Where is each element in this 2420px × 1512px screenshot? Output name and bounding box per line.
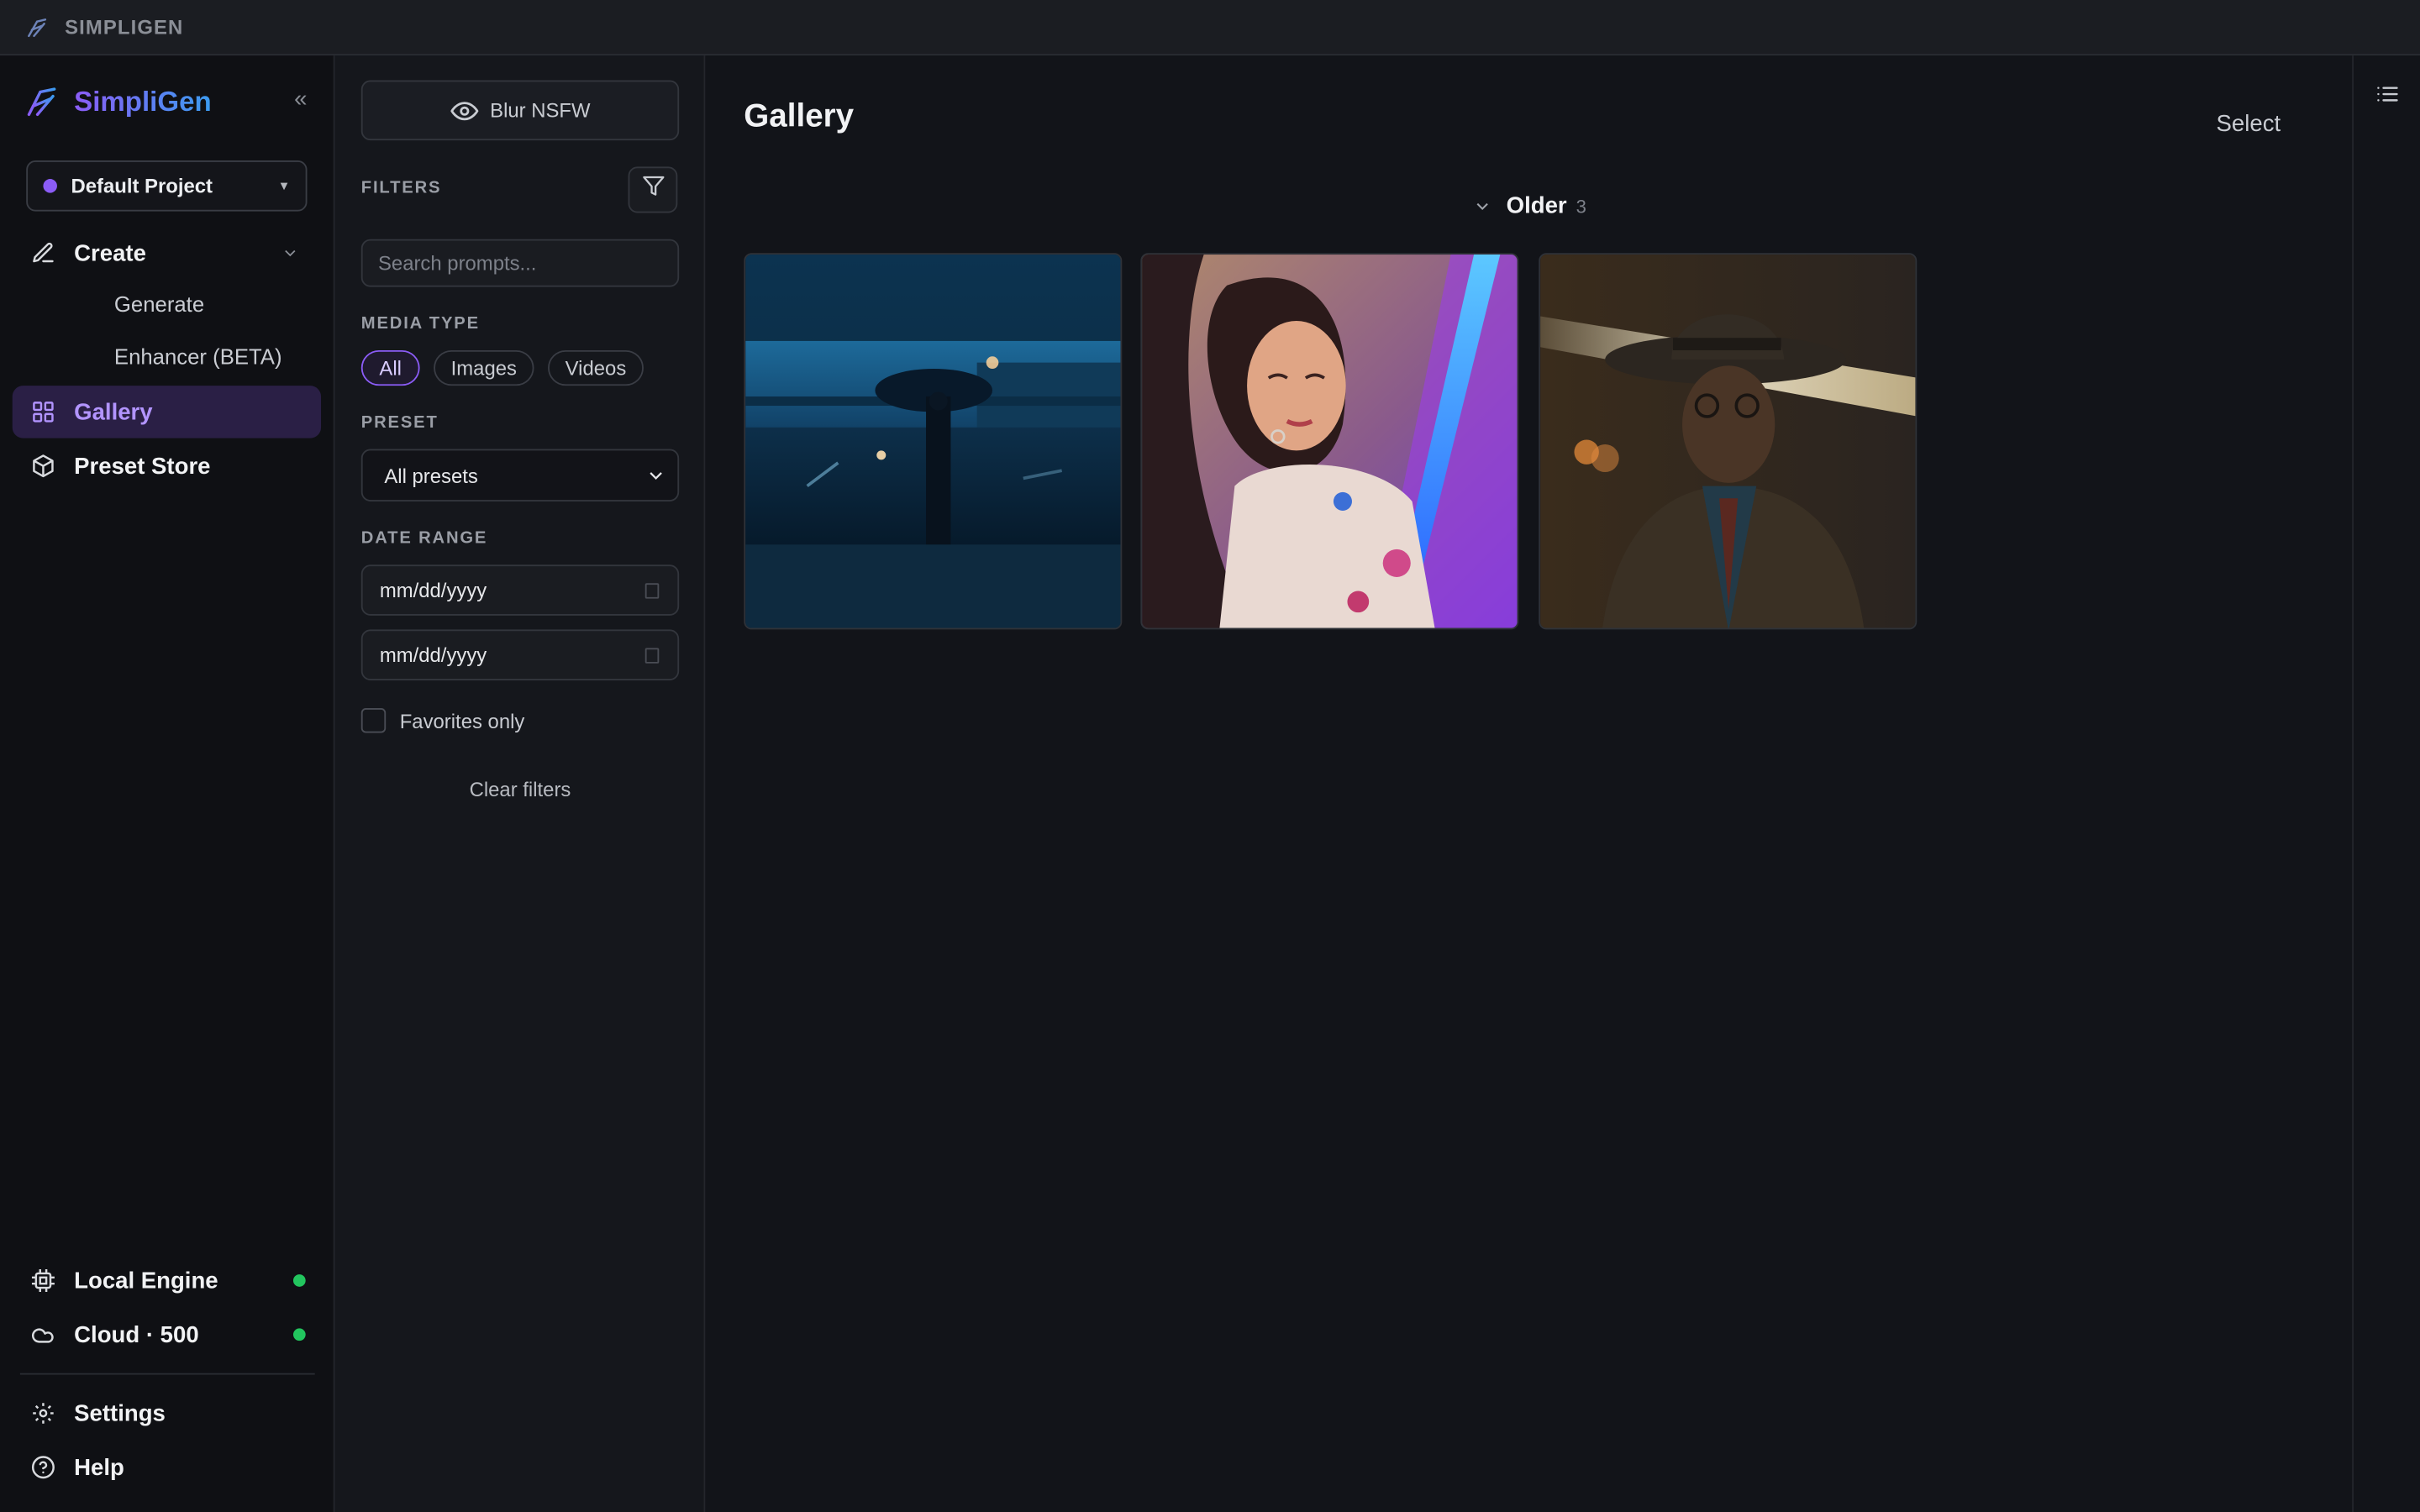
page-title: Gallery bbox=[744, 98, 855, 134]
favorites-label: Favorites only bbox=[399, 708, 525, 732]
sidebar: SimpliGen « Default Project ▼ Create Gen… bbox=[0, 55, 335, 1512]
app-window: SIMPLIGEN SimpliGen « Default Project ▼ … bbox=[0, 0, 2420, 1512]
brand-name: SimpliGen bbox=[74, 85, 212, 117]
simpligen-logo-icon bbox=[24, 13, 52, 41]
filter-toggle-button[interactable] bbox=[628, 166, 678, 213]
help-circle-icon bbox=[31, 1455, 55, 1479]
app-title: SIMPLIGEN bbox=[65, 15, 184, 39]
box-icon bbox=[31, 454, 55, 478]
grid-icon bbox=[31, 400, 55, 424]
media-type-videos-chip[interactable]: Videos bbox=[548, 349, 644, 386]
gallery-item[interactable] bbox=[1539, 253, 1918, 630]
chevron-down-icon bbox=[1474, 197, 1491, 214]
neon-portrait-image bbox=[1142, 255, 1518, 628]
preset-select[interactable]: All presets bbox=[360, 449, 680, 501]
sidebar-item-label: Preset Store bbox=[74, 453, 211, 480]
caret-down-icon: ▼ bbox=[277, 179, 291, 193]
group-header-older[interactable]: Older 3 bbox=[1474, 193, 1586, 219]
cloud-status-dot bbox=[292, 1328, 306, 1341]
chevron-down-icon bbox=[647, 466, 666, 490]
funnel-icon bbox=[641, 175, 665, 206]
project-selector[interactable]: Default Project ▼ bbox=[26, 160, 308, 212]
project-color-dot bbox=[43, 179, 57, 193]
cloud-icon bbox=[31, 1322, 55, 1347]
gallery-main: Gallery Select Older 3 bbox=[705, 55, 2353, 1512]
calendar-icon[interactable] bbox=[644, 648, 660, 664]
collapse-sidebar-icon[interactable]: « bbox=[294, 87, 307, 113]
sidebar-item-cloud[interactable]: Cloud · 500 bbox=[13, 1309, 321, 1361]
cpu-icon bbox=[31, 1268, 55, 1293]
title-bar: SIMPLIGEN bbox=[0, 0, 2420, 56]
filters-heading: FILTERS bbox=[360, 179, 442, 198]
date-to-field[interactable]: mm/dd/yyyy bbox=[360, 629, 680, 681]
brand-logo-icon bbox=[24, 83, 61, 120]
select-button[interactable]: Select bbox=[2217, 111, 2281, 137]
date-from-value: mm/dd/yyyy bbox=[379, 578, 487, 602]
sidebar-item-label: Gallery bbox=[74, 398, 153, 426]
sidebar-item-enhancer[interactable]: Enhancer (BETA) bbox=[114, 344, 282, 369]
sidebar-item-gallery[interactable]: Gallery bbox=[12, 386, 322, 438]
sidebar-item-settings[interactable]: Settings bbox=[13, 1387, 321, 1439]
sidebar-item-create[interactable]: Create bbox=[13, 227, 321, 279]
sidebar-item-local-engine[interactable]: Local Engine bbox=[13, 1254, 321, 1306]
group-label: Older bbox=[1506, 192, 1567, 219]
calendar-icon[interactable] bbox=[644, 583, 660, 599]
chevron-down-icon bbox=[281, 242, 299, 270]
blur-nsfw-label: Blur NSFW bbox=[490, 98, 591, 123]
sidebar-item-label: Help bbox=[74, 1454, 124, 1481]
umbrella-street-image bbox=[745, 255, 1121, 628]
sidebar-item-help[interactable]: Help bbox=[13, 1441, 321, 1494]
fedora-noir-image bbox=[1540, 255, 1916, 628]
media-type-images-chip[interactable]: Images bbox=[434, 349, 534, 386]
right-rail bbox=[2352, 55, 2420, 1512]
media-type-all-chip[interactable]: All bbox=[360, 349, 420, 386]
filters-panel: Blur NSFW FILTERS MEDIA TYPE All Images … bbox=[334, 55, 706, 1512]
sidebar-item-label: Create bbox=[74, 239, 146, 266]
favorites-only-toggle[interactable]: Favorites only bbox=[360, 708, 525, 733]
sidebar-item-preset-store[interactable]: Preset Store bbox=[13, 439, 321, 491]
gallery-item[interactable] bbox=[744, 253, 1123, 630]
search-prompts-input[interactable] bbox=[360, 239, 680, 287]
date-to-value: mm/dd/yyyy bbox=[379, 643, 487, 667]
list-view-icon[interactable] bbox=[2375, 81, 2400, 114]
favorites-checkbox[interactable] bbox=[360, 708, 387, 733]
date-range-label: DATE RANGE bbox=[360, 529, 488, 549]
sidebar-item-label: Cloud · 500 bbox=[74, 1321, 199, 1348]
brand: SimpliGen « bbox=[24, 83, 310, 120]
gallery-item[interactable] bbox=[1140, 253, 1519, 630]
group-count: 3 bbox=[1576, 195, 1586, 218]
gear-icon bbox=[31, 1401, 55, 1425]
preset-label: PRESET bbox=[360, 413, 439, 433]
clear-filters-button[interactable]: Clear filters bbox=[361, 778, 679, 801]
sidebar-item-label: Settings bbox=[74, 1399, 166, 1427]
sidebar-divider bbox=[19, 1373, 315, 1375]
eye-icon bbox=[450, 97, 478, 124]
date-from-field[interactable]: mm/dd/yyyy bbox=[360, 564, 680, 616]
preset-select-value: All presets bbox=[384, 463, 478, 487]
sidebar-item-label: Local Engine bbox=[74, 1267, 218, 1294]
pencil-icon bbox=[31, 241, 55, 265]
blur-nsfw-button[interactable]: Blur NSFW bbox=[360, 80, 680, 141]
sidebar-item-generate[interactable]: Generate bbox=[114, 291, 204, 316]
local-engine-status-dot bbox=[292, 1274, 306, 1287]
project-name: Default Project bbox=[71, 174, 213, 198]
media-type-label: MEDIA TYPE bbox=[360, 314, 480, 333]
